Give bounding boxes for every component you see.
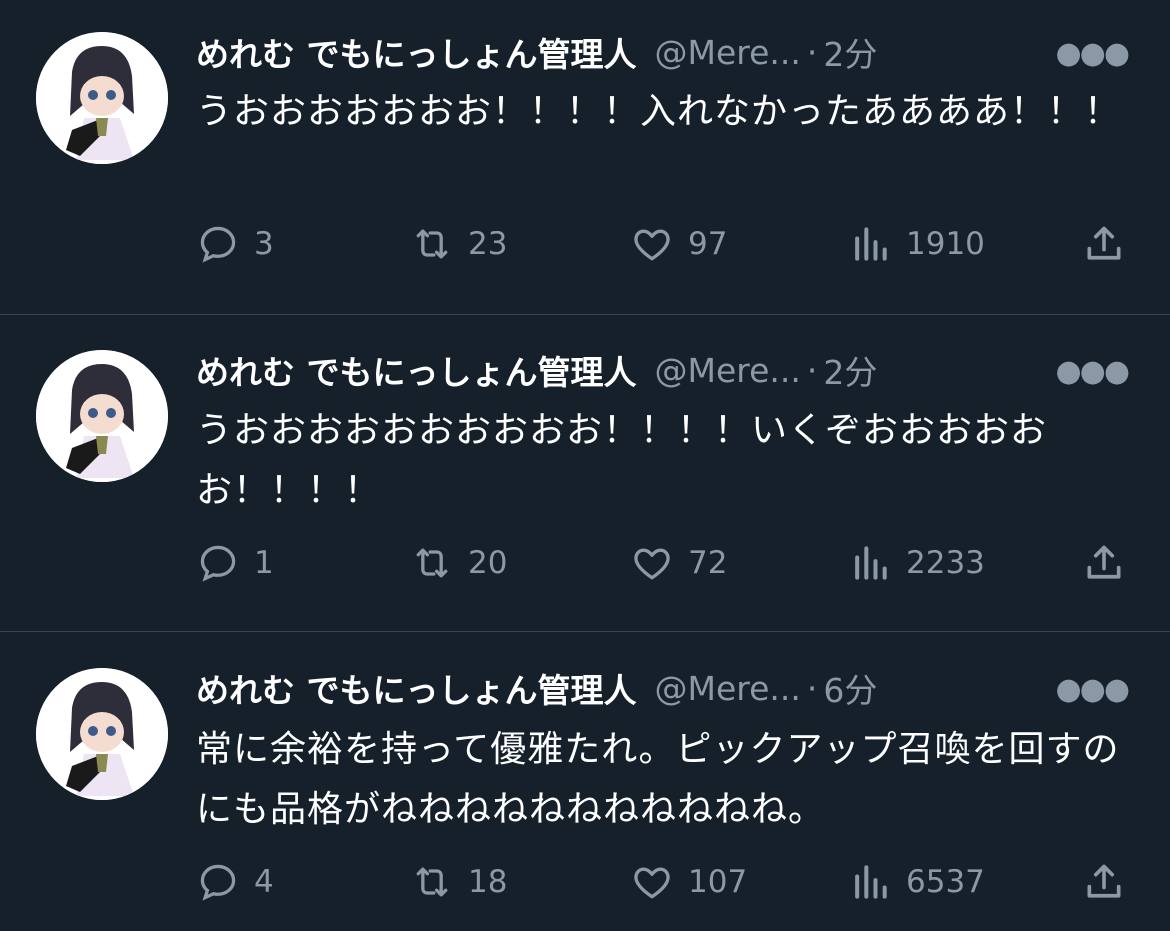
reply-count: 4 [254, 864, 274, 900]
avatar[interactable] [36, 32, 168, 164]
like-button[interactable]: 72 [630, 541, 727, 585]
share-icon [1087, 226, 1121, 260]
avatar-image [36, 668, 168, 800]
avatar-image [36, 350, 168, 482]
like-icon [634, 229, 670, 261]
more-icon[interactable]: ●●● [1055, 354, 1130, 389]
views-icon [855, 227, 887, 261]
retweet-icon [416, 867, 448, 897]
retweet-button[interactable]: 23 [410, 222, 507, 266]
display-name[interactable]: めれむ でもにっしょん管理人 [196, 664, 637, 712]
user-handle[interactable]: @Mere... [655, 669, 801, 708]
like-button[interactable]: 97 [630, 222, 727, 266]
avatar[interactable] [36, 668, 168, 800]
views-button[interactable]: 2233 [848, 541, 985, 585]
retweet-icon [416, 548, 448, 578]
views-icon [855, 865, 887, 899]
display-name[interactable]: めれむ でもにっしょん管理人 [196, 28, 637, 76]
views-button[interactable]: 1910 [848, 222, 985, 266]
tweet-text: うおおおおおおおおおお！！！！いくぞおおおおおお！！！！ [196, 410, 1048, 511]
share-button[interactable] [1082, 222, 1140, 266]
like-count: 107 [688, 864, 748, 900]
timestamp[interactable]: 2分 [823, 28, 877, 76]
reply-button[interactable]: 4 [196, 860, 274, 904]
tweet[interactable]: めれむ でもにっしょん管理人 @Mere... · 2分 ●●● うおおおおおお… [0, 315, 1170, 631]
reply-count: 3 [254, 226, 274, 262]
user-handle[interactable]: @Mere... [655, 351, 801, 390]
more-icon[interactable]: ●●● [1055, 672, 1130, 707]
retweet-count: 18 [468, 864, 508, 900]
display-name[interactable]: めれむ でもにっしょん管理人 [196, 346, 637, 394]
views-count: 2233 [906, 545, 985, 581]
like-icon [634, 867, 670, 899]
separator-dot: · [806, 350, 818, 390]
tweet[interactable]: めれむ でもにっしょん管理人 @Mere... · 6分 ●●● 常に余裕を持っ… [0, 632, 1170, 931]
reply-icon [200, 864, 236, 901]
like-count: 72 [688, 545, 728, 581]
share-button[interactable] [1082, 541, 1140, 585]
tweet-text: うおおおおおおお！！！！入れなかったああああ！！！ [196, 91, 1122, 132]
share-icon [1087, 545, 1121, 579]
avatar[interactable] [36, 350, 168, 482]
views-count: 1910 [906, 226, 985, 262]
views-count: 6537 [906, 864, 985, 900]
reply-button[interactable]: 3 [196, 222, 274, 266]
retweet-count: 23 [468, 226, 508, 262]
retweet-button[interactable]: 20 [410, 541, 507, 585]
avatar-image [36, 32, 168, 164]
tweet[interactable]: めれむ でもにっしょん管理人 @Mere... · 2分 ●●● うおおおおおお… [0, 0, 1170, 314]
share-button[interactable] [1082, 860, 1140, 904]
views-icon [855, 546, 887, 580]
separator-dot: · [806, 668, 818, 708]
views-button[interactable]: 6537 [848, 860, 985, 904]
reply-button[interactable]: 1 [196, 541, 274, 585]
more-icon[interactable]: ●●● [1055, 36, 1130, 71]
separator-dot: · [806, 32, 818, 72]
like-icon [634, 548, 670, 580]
like-count: 97 [688, 226, 728, 262]
reply-count: 1 [254, 545, 274, 581]
timestamp[interactable]: 6分 [823, 664, 877, 712]
timestamp[interactable]: 2分 [823, 346, 877, 394]
retweet-icon [416, 229, 448, 259]
like-button[interactable]: 107 [630, 860, 747, 904]
retweet-button[interactable]: 18 [410, 860, 507, 904]
reply-icon [200, 226, 236, 263]
tweet-text: 常に余裕を持って優雅たれ。ピックアップ召喚を回すのにも品格がねねねねねねねねねね… [196, 729, 1120, 830]
retweet-count: 20 [468, 545, 508, 581]
share-icon [1087, 864, 1121, 898]
reply-icon [200, 545, 236, 582]
user-handle[interactable]: @Mere... [655, 33, 801, 72]
